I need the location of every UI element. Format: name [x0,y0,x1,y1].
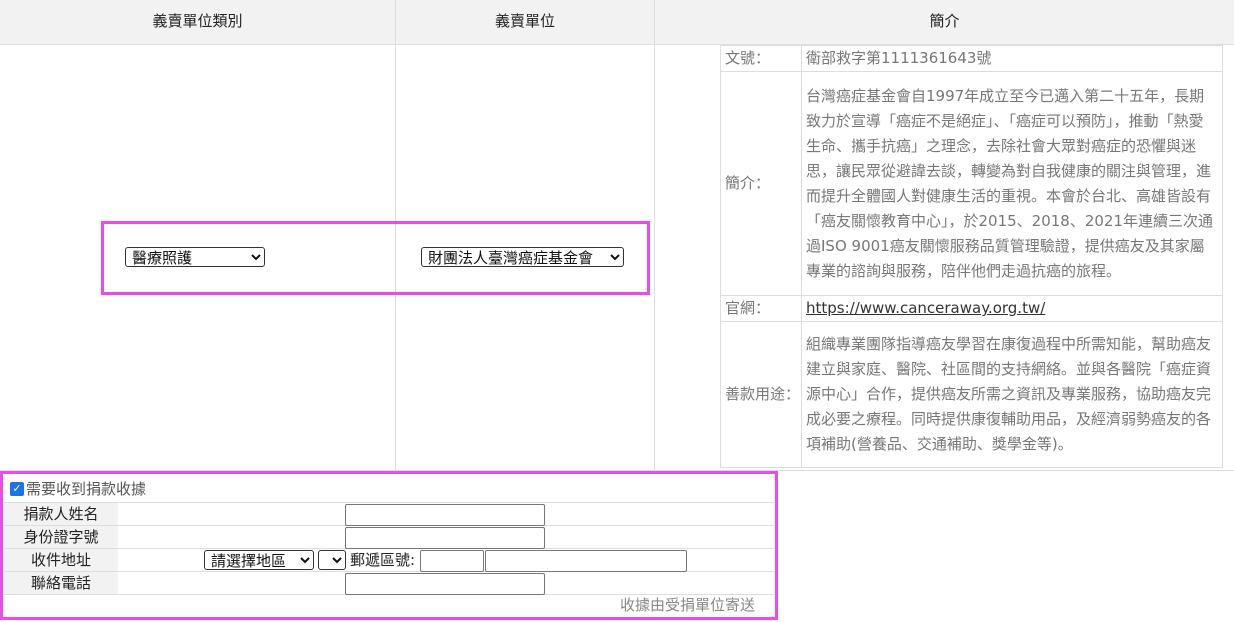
column-divider [654,0,655,470]
address-row: 收件地址 請選擇地區 郵遞區號: [4,549,774,572]
address-input[interactable] [485,550,687,572]
table-header: 義賣單位類別 義賣單位 簡介 [0,0,1234,45]
unit-select[interactable]: 財團法人臺灣癌症基金會 [421,247,624,267]
postal-code-input[interactable] [420,550,484,572]
id-number-input[interactable] [345,527,545,549]
name-row: 捐款人姓名 [4,503,774,526]
phone-input[interactable] [345,573,545,595]
receipt-checkbox-label: 需要收到捐款收據 [26,480,147,498]
name-label: 捐款人姓名 [4,503,118,525]
usage-value: 組織專業團隊指導癌友學習在康復過程中所需知能，幫助癌友建立與家庭、醫院、社區間的… [801,321,1223,468]
summary-label: 簡介： [720,71,802,296]
donor-name-input[interactable] [345,504,545,526]
receipt-note: 收據由受捐單位寄送 [620,596,756,614]
header-unit: 義賣單位 [494,12,555,30]
region-select[interactable]: 請選擇地區 [204,550,314,570]
id-label: 身份證字號 [4,526,118,548]
receipt-checkbox-row[interactable]: ✓ 需要收到捐款收據 [4,475,774,503]
website-link[interactable]: https://www.canceraway.org.tw/ [806,299,1045,317]
header-intro: 簡介 [929,12,960,30]
id-row: 身份證字號 [4,526,774,549]
postal-label: 郵遞區號: [350,551,416,569]
intro-table: 文號： 衛部救字第1111361643號 簡介： 台灣癌症基金會自1997年成立… [720,45,1223,468]
address-label: 收件地址 [4,549,118,571]
summary-value: 台灣癌症基金會自1997年成立至今已邁入第二十五年，長期致力於宣導「癌症不是絕症… [801,71,1223,296]
header-category: 義賣單位類別 [152,12,243,30]
receipt-checkbox[interactable]: ✓ [10,481,24,496]
website-label: 官網： [720,295,802,322]
phone-label: 聯絡電話 [4,572,118,594]
doc-no-label: 文號： [720,45,802,72]
doc-no-value: 衛部救字第1111361643號 [801,45,1223,72]
receipt-form: ✓ 需要收到捐款收據 捐款人姓名 身份證字號 收件地址 請選擇地區 郵遞區號: … [4,475,774,595]
usage-label: 善款用途： [720,321,802,468]
category-select[interactable]: 醫療照護 [125,247,265,267]
phone-row: 聯絡電話 [4,572,774,595]
district-select[interactable] [318,550,346,570]
